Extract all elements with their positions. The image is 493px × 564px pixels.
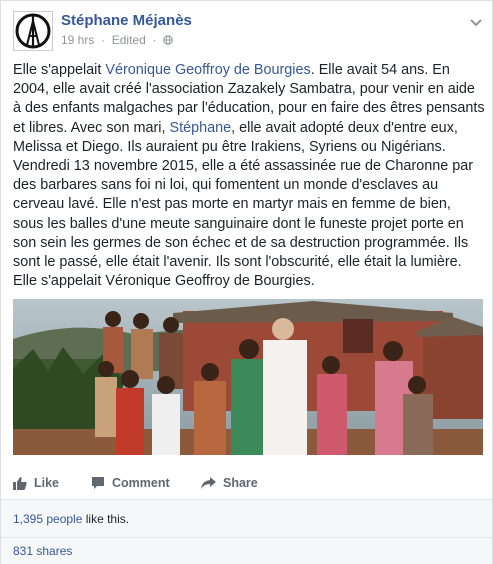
post-actions: Like Comment Share <box>13 471 483 495</box>
comment-button[interactable]: Comment <box>91 471 170 495</box>
comment-bubble-icon <box>92 477 104 489</box>
share-arrow-icon <box>201 477 216 489</box>
likes-count-link[interactable]: 1,395 people <box>13 512 82 526</box>
post-timestamp[interactable]: 19 hrs <box>61 33 94 47</box>
meta-separator: · <box>97 33 109 47</box>
meta-separator: · <box>149 33 160 47</box>
like-button-label: Like <box>34 476 60 490</box>
shares-summary-bar: 831 shares <box>1 537 492 564</box>
likes-summary: 1,395 people like this. <box>13 512 129 526</box>
post-text-segment: , elle avait adopté deux d'entre eux, Me… <box>13 119 474 290</box>
tagged-person-link[interactable]: Véronique Geoffroy de Bourgies <box>105 62 310 78</box>
post-photo[interactable] <box>13 299 483 455</box>
peace-for-paris-icon[interactable] <box>13 11 53 51</box>
post-meta: 19 hrs · Edited · <box>61 33 173 47</box>
post-edited-label[interactable]: Edited <box>112 33 146 47</box>
globe-icon[interactable] <box>163 33 173 47</box>
tagged-person-link[interactable]: Stéphane <box>170 120 232 136</box>
photo-illustration <box>13 299 483 455</box>
thumbs-up-icon <box>13 477 27 490</box>
post-author-name[interactable]: Stéphane Méjanès <box>61 12 192 29</box>
chevron-down-icon[interactable] <box>469 15 483 27</box>
like-button[interactable]: Like <box>13 471 59 495</box>
share-button[interactable]: Share <box>201 471 258 495</box>
likes-suffix-text: like this. <box>82 512 130 526</box>
post-card: Stéphane Méjanès 19 hrs · Edited · Elle … <box>0 0 493 564</box>
share-button-label: Share <box>223 476 258 490</box>
post-body-text: Elle s'appelait Véronique Geoffroy de Bo… <box>13 61 485 291</box>
post-text-segment: Elle s'appelait <box>13 62 106 78</box>
shares-count-link[interactable]: 831 shares <box>13 544 72 558</box>
likes-summary-bar: 1,395 people like this. <box>1 499 492 538</box>
post-header: Stéphane Méjanès 19 hrs · Edited · <box>13 11 483 51</box>
comment-button-label: Comment <box>112 476 170 490</box>
